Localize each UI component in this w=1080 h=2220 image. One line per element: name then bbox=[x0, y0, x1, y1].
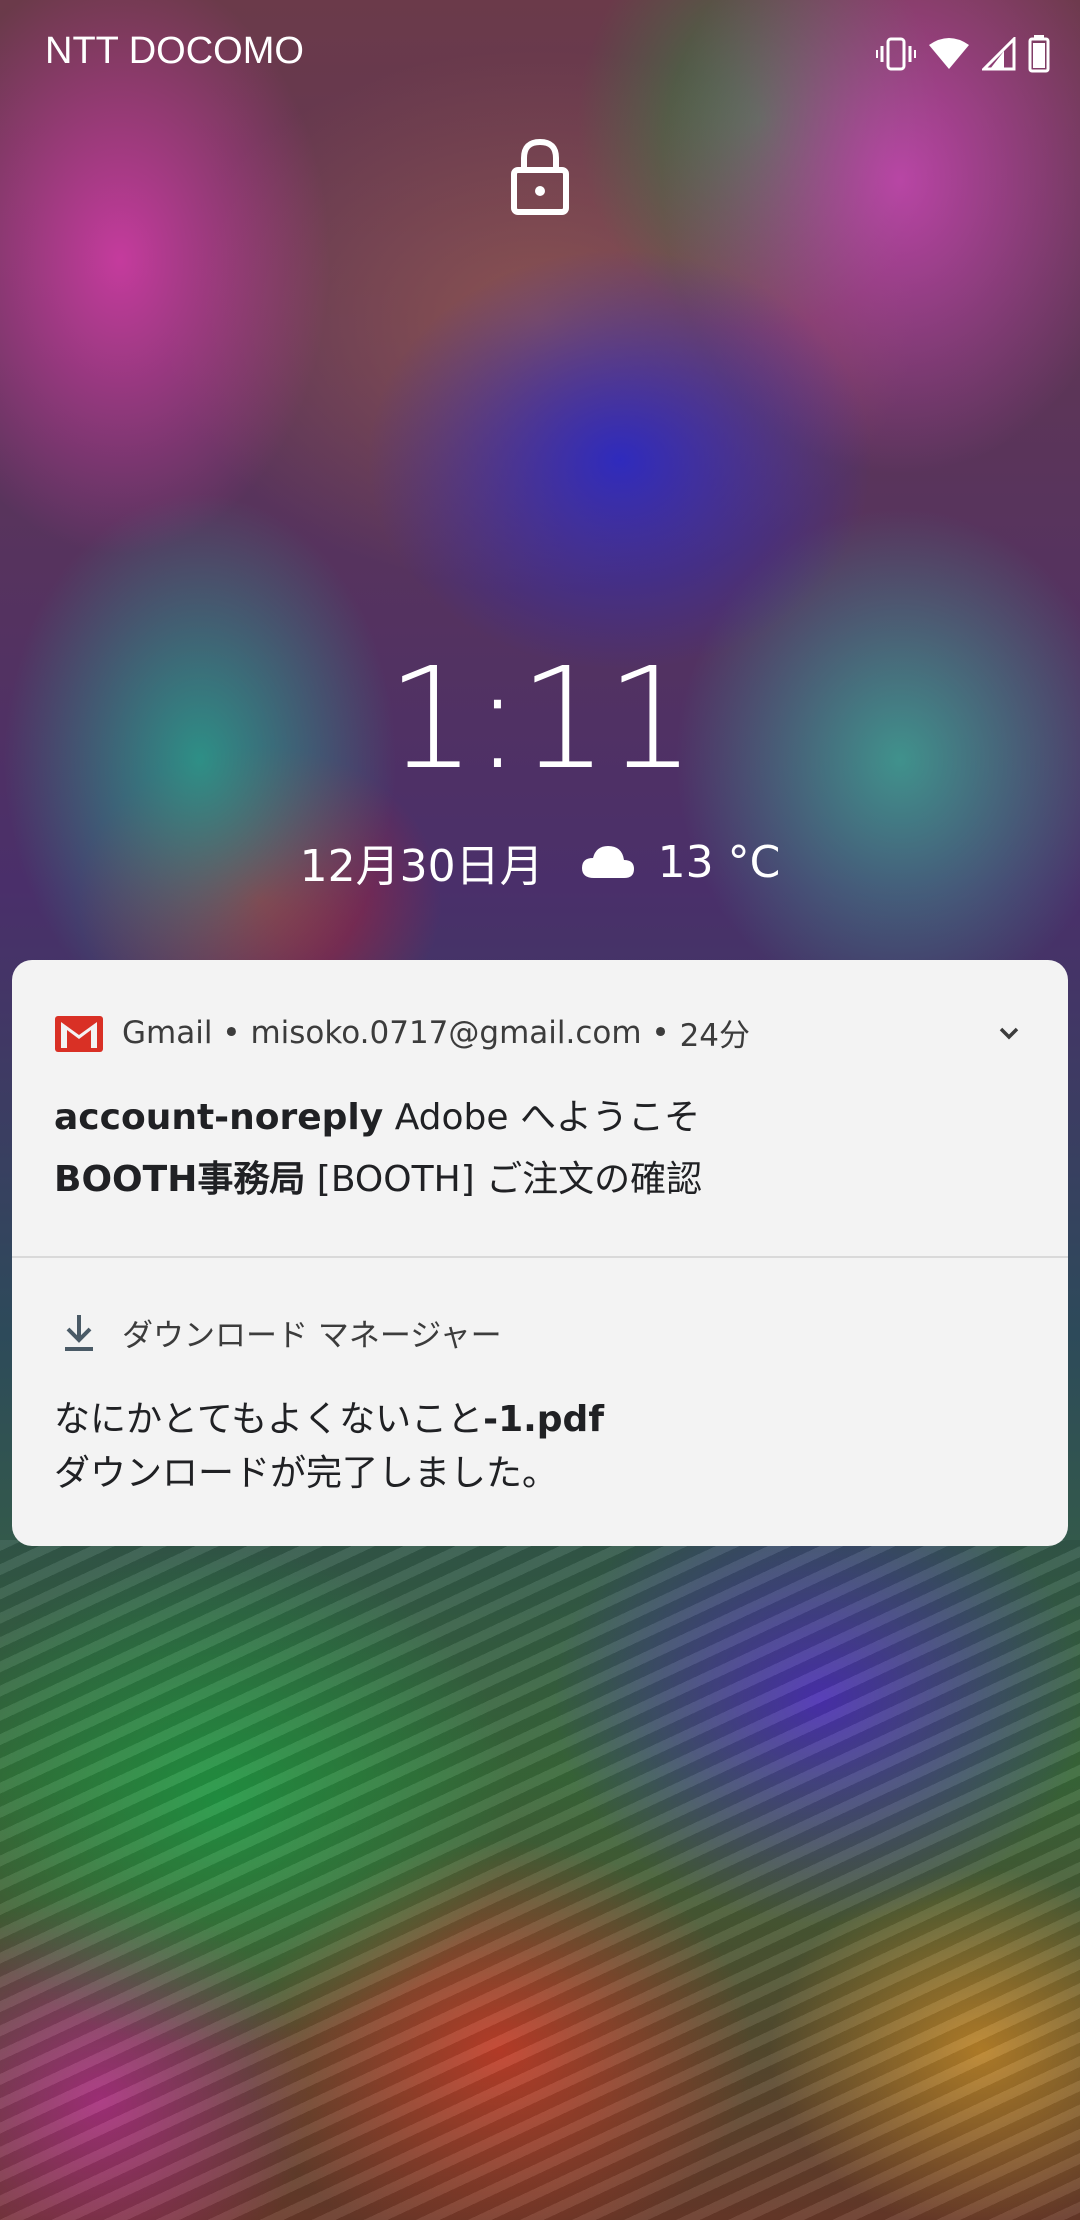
battery-icon bbox=[1028, 35, 1050, 73]
file-name-prefix: なにかとてもよくないこと bbox=[54, 1399, 484, 1440]
message-subject: Adobe へようこそ bbox=[394, 1097, 701, 1138]
gmail-account: misoko.0717@gmail.com bbox=[250, 1014, 642, 1051]
wallpaper-pattern bbox=[0, 1540, 1080, 2220]
gmail-app-name: Gmail bbox=[122, 1014, 213, 1051]
date-weather-row[interactable]: 12月30日月 13 °C bbox=[0, 830, 1080, 894]
gmail-icon bbox=[54, 1013, 104, 1053]
download-file-name: なにかとてもよくないこと-1.pdf bbox=[54, 1390, 604, 1442]
chevron-down-icon[interactable] bbox=[994, 1018, 1024, 1048]
signal-icon bbox=[982, 37, 1016, 71]
lock-icon[interactable] bbox=[510, 138, 570, 218]
message-sender: account-noreply bbox=[54, 1097, 384, 1138]
wifi-icon bbox=[928, 37, 970, 71]
download-status: ダウンロードが完了しました。 bbox=[54, 1453, 559, 1494]
clock-time: 1:11 bbox=[386, 638, 695, 801]
download-notification-header: ダウンロード マネージャー bbox=[54, 1310, 502, 1355]
gmail-message-item[interactable]: account-noreply Adobe へようこそ bbox=[54, 1088, 700, 1140]
date-label: 12月30日月 bbox=[299, 841, 544, 892]
download-icon bbox=[54, 1313, 104, 1353]
cloud-icon bbox=[580, 844, 636, 880]
status-icons bbox=[876, 34, 1050, 74]
gmail-message-item[interactable]: BOOTH事務局 [BOOTH] ご注文の確認 bbox=[54, 1150, 702, 1202]
temperature-label: 13 °C bbox=[657, 836, 781, 888]
header-separator: • bbox=[641, 1014, 680, 1051]
gmail-notification[interactable]: Gmail • misoko.0717@gmail.com • 24分 acco… bbox=[12, 960, 1068, 1256]
notification-time: 24分 bbox=[679, 1018, 751, 1054]
header-separator: • bbox=[212, 1014, 251, 1051]
gmail-notification-header: Gmail • misoko.0717@gmail.com • 24分 bbox=[54, 1010, 750, 1055]
vibrate-icon bbox=[876, 37, 916, 71]
status-bar: NTT DOCOMO bbox=[0, 0, 1080, 110]
lock-screen: NTT DOCOMO 1:11 12月30日月 13 °C Gmail • mi… bbox=[0, 0, 1080, 2220]
message-sender: BOOTH事務局 bbox=[54, 1159, 306, 1200]
download-app-name: ダウンロード マネージャー bbox=[122, 1318, 502, 1354]
file-name-suffix: -1.pdf bbox=[483, 1399, 604, 1440]
download-notification[interactable]: ダウンロード マネージャー なにかとてもよくないこと-1.pdf ダウンロードが… bbox=[12, 1258, 1068, 1546]
message-subject: [BOOTH] ご注文の確認 bbox=[316, 1159, 703, 1200]
carrier-name: NTT DOCOMO bbox=[45, 30, 304, 72]
